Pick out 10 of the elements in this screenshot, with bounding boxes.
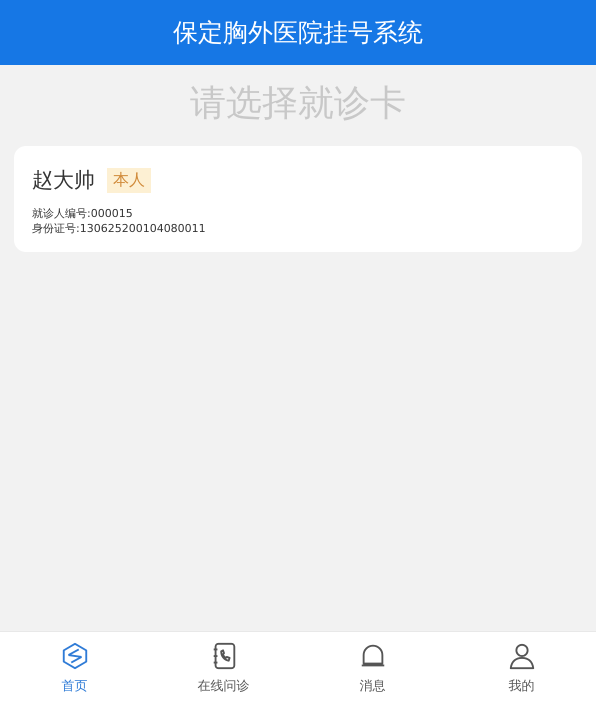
tab-item[interactable]: 首页: [0, 632, 149, 703]
patient-card[interactable]: 赵大帅 本人 就诊人编号:000015 身份证号:130625200104080011: [14, 146, 582, 252]
patient-info: 身份证号:130625200104080011: [32, 221, 207, 236]
tab-item[interactable]: 在线问诊: [149, 632, 298, 703]
relation-tag: 本人: [107, 168, 151, 192]
patient-info: 就诊人编号:000015: [32, 206, 134, 221]
app-title: 保定胸外医院挂号系统: [173, 17, 423, 49]
patient-name: 赵大帅: [32, 167, 95, 194]
tab-item[interactable]: 消息: [298, 632, 447, 703]
tab-item[interactable]: 我的: [447, 632, 596, 703]
